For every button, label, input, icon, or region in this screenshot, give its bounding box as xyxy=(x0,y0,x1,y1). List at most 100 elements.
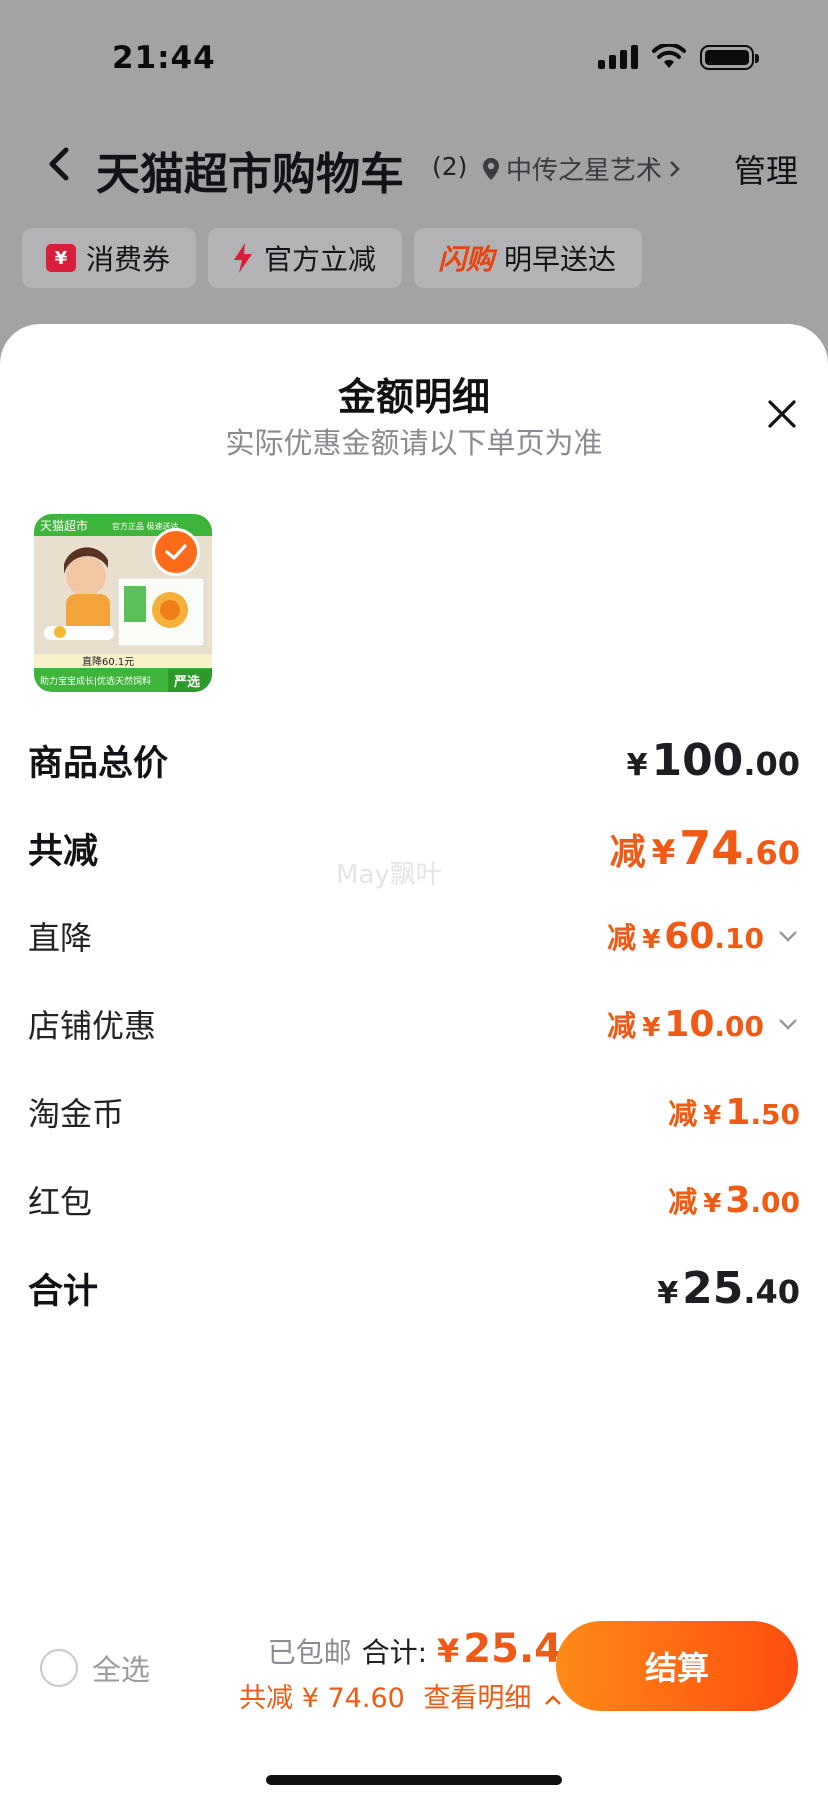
row-label: 淘金币 xyxy=(28,1095,125,1133)
close-icon[interactable] xyxy=(766,398,798,430)
chevron-up-icon xyxy=(545,1695,561,1705)
amount-integer: 74 xyxy=(679,821,744,875)
amount-detail-sheet: 金额明细 实际优惠金额请以下单页为准 天猫超市 官方正品 极速送达 直降60.1… xyxy=(0,324,828,1800)
coupon-icon: ¥ xyxy=(46,244,76,272)
product-brand: 天猫超市 xyxy=(40,518,88,533)
row-taojinbi: 淘金币 减 ¥1.50 xyxy=(28,1082,800,1142)
amount-integer: 3 xyxy=(725,1180,751,1221)
background-page: 21:44 天猫超市购物车 (2) 中传之星艺术 管理 ¥ 消费券 官方立减 闪… xyxy=(0,0,828,360)
manage-button[interactable]: 管理 xyxy=(734,146,798,192)
location-pin-icon xyxy=(483,157,499,180)
amount-decimal: .50 xyxy=(750,1098,800,1131)
amount-integer: 100 xyxy=(651,734,744,786)
currency-symbol: ¥ xyxy=(642,1013,661,1043)
location-selector[interactable]: 中传之星艺术 xyxy=(482,150,682,187)
lightning-icon xyxy=(234,243,253,273)
chip-label: 消费券 xyxy=(86,243,171,276)
view-details-label: 查看明细 xyxy=(423,1683,532,1714)
row-total-price: 商品总价 ¥100.00 xyxy=(28,730,800,790)
select-all-toggle[interactable]: 全选 xyxy=(40,1647,150,1689)
promo-chips: ¥ 消费券 官方立减 闪购 明早送达 xyxy=(22,228,643,288)
sheet-title: 金额明细 xyxy=(337,375,490,419)
amount-prefix: 减 xyxy=(609,832,646,873)
status-icons xyxy=(598,44,759,70)
amount-prefix: 减 xyxy=(668,1185,698,1219)
row-label: 商品总价 xyxy=(28,743,169,784)
row-label: 共减 xyxy=(28,831,99,872)
discount-summary: 共减 ¥ 74.60 查看明细 xyxy=(239,1676,562,1715)
row-label: 合计 xyxy=(28,1271,99,1312)
total-value: 25.4 xyxy=(463,1626,562,1672)
currency-symbol: ¥ xyxy=(657,1275,679,1311)
amount-integer: 60 xyxy=(664,916,715,957)
row-label: 红包 xyxy=(28,1183,93,1221)
chip-coupon[interactable]: ¥ 消费券 xyxy=(22,228,197,288)
select-all-radio[interactable] xyxy=(40,1649,78,1687)
currency-symbol: ¥ xyxy=(642,925,661,955)
total-amount: ¥25.4 xyxy=(437,1626,562,1672)
cellular-signal-icon xyxy=(598,45,638,69)
checkout-button[interactable]: 结算 xyxy=(556,1621,798,1711)
chip-official-discount[interactable]: 官方立减 xyxy=(208,228,403,288)
shipping-status: 已包邮 xyxy=(267,1636,352,1669)
home-indicator xyxy=(266,1775,562,1785)
chevron-down-icon[interactable] xyxy=(776,1012,800,1036)
currency-symbol: ¥ xyxy=(703,1101,722,1131)
currency-symbol: ¥ xyxy=(437,1632,460,1670)
currency-symbol: ¥ xyxy=(651,833,676,873)
amount-decimal: .10 xyxy=(714,922,764,955)
row-store-discount[interactable]: 店铺优惠 减 ¥10.00 xyxy=(28,994,800,1054)
row-label: 店铺优惠 xyxy=(28,1007,157,1045)
product-slogan: 助力宝宝成长|优选天然饲料 xyxy=(40,675,151,687)
row-amount: ¥100.00 xyxy=(627,735,800,786)
currency-symbol: ¥ xyxy=(626,747,648,783)
amount-integer: 10 xyxy=(664,1004,715,1045)
sheet-subtitle: 实际优惠金额请以下单页为准 xyxy=(225,426,603,460)
amount-decimal: .00 xyxy=(743,744,800,783)
battery-icon xyxy=(700,44,759,70)
amount-decimal: .00 xyxy=(714,1010,764,1043)
row-label: 直降 xyxy=(28,919,93,957)
amount-decimal: .60 xyxy=(743,834,800,872)
product-selected-check[interactable] xyxy=(152,528,200,576)
select-all-label: 全选 xyxy=(92,1653,151,1687)
amount-prefix: 减 xyxy=(668,1097,698,1131)
row-amount: 减 ¥74.60 xyxy=(610,821,800,875)
amount-decimal: .00 xyxy=(750,1186,800,1219)
amount-integer: 1 xyxy=(725,1092,751,1133)
amount-prefix: 减 xyxy=(607,921,637,955)
amount-integer: 25 xyxy=(682,1262,744,1314)
row-amount: ¥25.40 xyxy=(657,1263,800,1314)
wifi-icon xyxy=(652,44,686,68)
chip-label: 明早送达 xyxy=(504,243,617,276)
chip-label: 官方立减 xyxy=(264,243,377,276)
row-red-packet: 红包 减 ¥3.00 xyxy=(28,1170,800,1230)
status-bar: 21:44 xyxy=(0,0,828,120)
row-total-discount: 共减 减 ¥74.60 xyxy=(28,818,800,878)
currency-symbol: ¥ xyxy=(703,1189,722,1219)
row-grand-total: 合计 ¥25.40 xyxy=(28,1258,800,1318)
row-amount: 减 ¥1.50 xyxy=(668,1091,800,1133)
check-icon xyxy=(165,544,187,560)
row-amount: 减 ¥3.00 xyxy=(668,1179,800,1221)
chevron-right-icon xyxy=(670,160,680,177)
product-promo: 直降60.1元 xyxy=(82,655,134,668)
row-amount: 减 ¥60.10 xyxy=(607,915,800,957)
amount-prefix: 减 xyxy=(607,1009,637,1043)
total-label: 合计: xyxy=(361,1636,428,1669)
nav-bar: 天猫超市购物车 (2) 中传之星艺术 管理 xyxy=(0,130,828,210)
chevron-down-icon[interactable] xyxy=(776,924,800,948)
discount-text: 共减 ¥ 74.60 xyxy=(239,1683,405,1714)
product-badge: 严选 xyxy=(173,674,200,690)
flash-buy-logo: 闪购 xyxy=(438,243,495,276)
view-details-link[interactable]: 查看明细 xyxy=(423,1683,562,1714)
status-time: 21:44 xyxy=(112,40,216,76)
row-direct-discount[interactable]: 直降 减 ¥60.10 xyxy=(28,906,800,966)
amount-decimal: .40 xyxy=(743,1272,800,1311)
chip-delivery[interactable]: 闪购 明早送达 xyxy=(414,228,643,288)
page-title: 天猫超市购物车 xyxy=(96,149,404,200)
cart-count: (2) xyxy=(432,152,468,181)
back-icon[interactable] xyxy=(44,144,74,184)
row-amount: 减 ¥10.00 xyxy=(607,1003,800,1045)
location-text: 中传之星艺术 xyxy=(506,156,663,186)
